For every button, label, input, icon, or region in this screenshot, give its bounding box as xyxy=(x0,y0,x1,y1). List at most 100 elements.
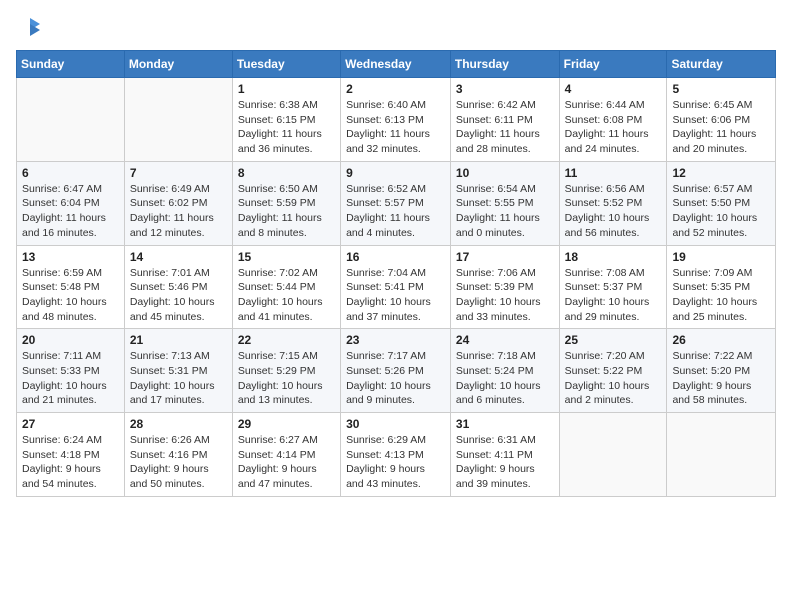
weekday-header: Friday xyxy=(559,51,667,78)
weekday-header: Saturday xyxy=(667,51,776,78)
day-number: 31 xyxy=(456,417,554,431)
day-info: Sunrise: 6:45 AM Sunset: 6:06 PM Dayligh… xyxy=(672,98,770,157)
calendar-cell: 13 Sunrise: 6:59 AM Sunset: 5:48 PM Dayli… xyxy=(17,245,125,329)
day-info: Sunrise: 7:02 AM Sunset: 5:44 PM Dayligh… xyxy=(238,266,335,325)
day-info: Sunrise: 6:59 AM Sunset: 5:48 PM Dayligh… xyxy=(22,266,119,325)
day-number: 4 xyxy=(565,82,662,96)
calendar-cell: 30 Sunrise: 6:29 AM Sunset: 4:13 PM Dayli… xyxy=(341,413,451,497)
calendar-cell: 9 Sunrise: 6:52 AM Sunset: 5:57 PM Daylig… xyxy=(341,161,451,245)
day-number: 22 xyxy=(238,333,335,347)
calendar-cell: 20Sunrise: 7:11 AM Sunset: 5:33 PM Dayli… xyxy=(17,329,125,413)
day-info: Sunrise: 7:06 AM Sunset: 5:39 PM Dayligh… xyxy=(456,266,554,325)
day-info: Sunrise: 6:31 AM Sunset: 4:11 PM Dayligh… xyxy=(456,433,554,492)
day-number: 10 xyxy=(456,166,554,180)
calendar-week-row: 1 Sunrise: 6:38 AM Sunset: 6:15 PM Daylig… xyxy=(17,78,776,162)
calendar-cell xyxy=(124,78,232,162)
weekday-header: Sunday xyxy=(17,51,125,78)
calendar-cell: 21Sunrise: 7:13 AM Sunset: 5:31 PM Dayli… xyxy=(124,329,232,413)
day-number: 8 xyxy=(238,166,335,180)
day-info: Sunrise: 6:57 AM Sunset: 5:50 PM Dayligh… xyxy=(672,182,770,241)
day-info: Sunrise: 7:04 AM Sunset: 5:41 PM Dayligh… xyxy=(346,266,445,325)
day-number: 27 xyxy=(22,417,119,431)
calendar-week-row: 13 Sunrise: 6:59 AM Sunset: 5:48 PM Dayli… xyxy=(17,245,776,329)
day-info: Sunrise: 6:44 AM Sunset: 6:08 PM Dayligh… xyxy=(565,98,662,157)
day-info: Sunrise: 6:27 AM Sunset: 4:14 PM Dayligh… xyxy=(238,433,335,492)
calendar-cell xyxy=(17,78,125,162)
day-info: Sunrise: 7:22 AM Sunset: 5:20 PM Dayligh… xyxy=(672,349,770,408)
day-number: 19 xyxy=(672,250,770,264)
day-number: 25 xyxy=(565,333,662,347)
calendar-cell: 29 Sunrise: 6:27 AM Sunset: 4:14 PM Dayli… xyxy=(232,413,340,497)
day-info: Sunrise: 6:50 AM Sunset: 5:59 PM Dayligh… xyxy=(238,182,335,241)
calendar-cell: 22 Sunrise: 7:15 AM Sunset: 5:29 PM Dayli… xyxy=(232,329,340,413)
day-number: 15 xyxy=(238,250,335,264)
calendar-cell: 4 Sunrise: 6:44 AM Sunset: 6:08 PM Daylig… xyxy=(559,78,667,162)
calendar-cell xyxy=(667,413,776,497)
calendar-cell: 3 Sunrise: 6:42 AM Sunset: 6:11 PM Daylig… xyxy=(450,78,559,162)
day-info: Sunrise: 6:42 AM Sunset: 6:11 PM Dayligh… xyxy=(456,98,554,157)
day-number: 29 xyxy=(238,417,335,431)
calendar-cell: 24Sunrise: 7:18 AM Sunset: 5:24 PM Dayli… xyxy=(450,329,559,413)
calendar-cell: 31 Sunrise: 6:31 AM Sunset: 4:11 PM Dayli… xyxy=(450,413,559,497)
day-number: 17 xyxy=(456,250,554,264)
day-number: 6 xyxy=(22,166,119,180)
day-number: 18 xyxy=(565,250,662,264)
day-info: Sunrise: 6:47 AM Sunset: 6:04 PM Dayligh… xyxy=(22,182,119,241)
calendar-cell: 27 Sunrise: 6:24 AM Sunset: 4:18 PM Dayli… xyxy=(17,413,125,497)
page-header xyxy=(16,16,776,40)
day-number: 11 xyxy=(565,166,662,180)
calendar-cell: 19 Sunrise: 7:09 AM Sunset: 5:35 PM Dayli… xyxy=(667,245,776,329)
weekday-header: Monday xyxy=(124,51,232,78)
day-number: 13 xyxy=(22,250,119,264)
calendar-cell: 17 Sunrise: 7:06 AM Sunset: 5:39 PM Dayli… xyxy=(450,245,559,329)
calendar-body: 1 Sunrise: 6:38 AM Sunset: 6:15 PM Daylig… xyxy=(17,78,776,497)
calendar-cell: 16 Sunrise: 7:04 AM Sunset: 5:41 PM Dayli… xyxy=(341,245,451,329)
day-info: Sunrise: 6:49 AM Sunset: 6:02 PM Dayligh… xyxy=(130,182,227,241)
calendar-table: SundayMondayTuesdayWednesdayThursdayFrid… xyxy=(16,50,776,497)
calendar-cell: 6 Sunrise: 6:47 AM Sunset: 6:04 PM Daylig… xyxy=(17,161,125,245)
calendar-cell: 28Sunrise: 6:26 AM Sunset: 4:16 PM Dayli… xyxy=(124,413,232,497)
day-info: Sunrise: 6:29 AM Sunset: 4:13 PM Dayligh… xyxy=(346,433,445,492)
calendar-cell: 15 Sunrise: 7:02 AM Sunset: 5:44 PM Dayli… xyxy=(232,245,340,329)
calendar-week-row: 27 Sunrise: 6:24 AM Sunset: 4:18 PM Dayli… xyxy=(17,413,776,497)
calendar-cell: 26 Sunrise: 7:22 AM Sunset: 5:20 PM Dayli… xyxy=(667,329,776,413)
day-number: 12 xyxy=(672,166,770,180)
day-info: Sunrise: 6:52 AM Sunset: 5:57 PM Dayligh… xyxy=(346,182,445,241)
day-number: 28 xyxy=(130,417,227,431)
day-number: 9 xyxy=(346,166,445,180)
day-number: 20 xyxy=(22,333,119,347)
calendar-cell: 1 Sunrise: 6:38 AM Sunset: 6:15 PM Daylig… xyxy=(232,78,340,162)
day-info: Sunrise: 6:38 AM Sunset: 6:15 PM Dayligh… xyxy=(238,98,335,157)
calendar-cell xyxy=(559,413,667,497)
day-number: 30 xyxy=(346,417,445,431)
day-number: 1 xyxy=(238,82,335,96)
calendar-cell: 8 Sunrise: 6:50 AM Sunset: 5:59 PM Daylig… xyxy=(232,161,340,245)
calendar-week-row: 6 Sunrise: 6:47 AM Sunset: 6:04 PM Daylig… xyxy=(17,161,776,245)
day-info: Sunrise: 6:54 AM Sunset: 5:55 PM Dayligh… xyxy=(456,182,554,241)
day-number: 2 xyxy=(346,82,445,96)
calendar-cell: 11Sunrise: 6:56 AM Sunset: 5:52 PM Dayli… xyxy=(559,161,667,245)
day-info: Sunrise: 7:08 AM Sunset: 5:37 PM Dayligh… xyxy=(565,266,662,325)
weekday-header: Wednesday xyxy=(341,51,451,78)
day-number: 16 xyxy=(346,250,445,264)
calendar-cell: 23 Sunrise: 7:17 AM Sunset: 5:26 PM Dayli… xyxy=(341,329,451,413)
day-info: Sunrise: 7:17 AM Sunset: 5:26 PM Dayligh… xyxy=(346,349,445,408)
calendar-week-row: 20Sunrise: 7:11 AM Sunset: 5:33 PM Dayli… xyxy=(17,329,776,413)
day-number: 26 xyxy=(672,333,770,347)
day-number: 24 xyxy=(456,333,554,347)
day-number: 3 xyxy=(456,82,554,96)
calendar-cell: 5 Sunrise: 6:45 AM Sunset: 6:06 PM Daylig… xyxy=(667,78,776,162)
calendar-cell: 2Sunrise: 6:40 AM Sunset: 6:13 PM Daylig… xyxy=(341,78,451,162)
weekday-header: Tuesday xyxy=(232,51,340,78)
day-info: Sunrise: 7:09 AM Sunset: 5:35 PM Dayligh… xyxy=(672,266,770,325)
day-info: Sunrise: 7:15 AM Sunset: 5:29 PM Dayligh… xyxy=(238,349,335,408)
calendar-header: SundayMondayTuesdayWednesdayThursdayFrid… xyxy=(17,51,776,78)
day-number: 23 xyxy=(346,333,445,347)
day-number: 5 xyxy=(672,82,770,96)
day-info: Sunrise: 6:24 AM Sunset: 4:18 PM Dayligh… xyxy=(22,433,119,492)
day-number: 14 xyxy=(130,250,227,264)
day-number: 21 xyxy=(130,333,227,347)
calendar-cell: 12 Sunrise: 6:57 AM Sunset: 5:50 PM Dayli… xyxy=(667,161,776,245)
day-info: Sunrise: 7:20 AM Sunset: 5:22 PM Dayligh… xyxy=(565,349,662,408)
logo xyxy=(16,16,42,40)
